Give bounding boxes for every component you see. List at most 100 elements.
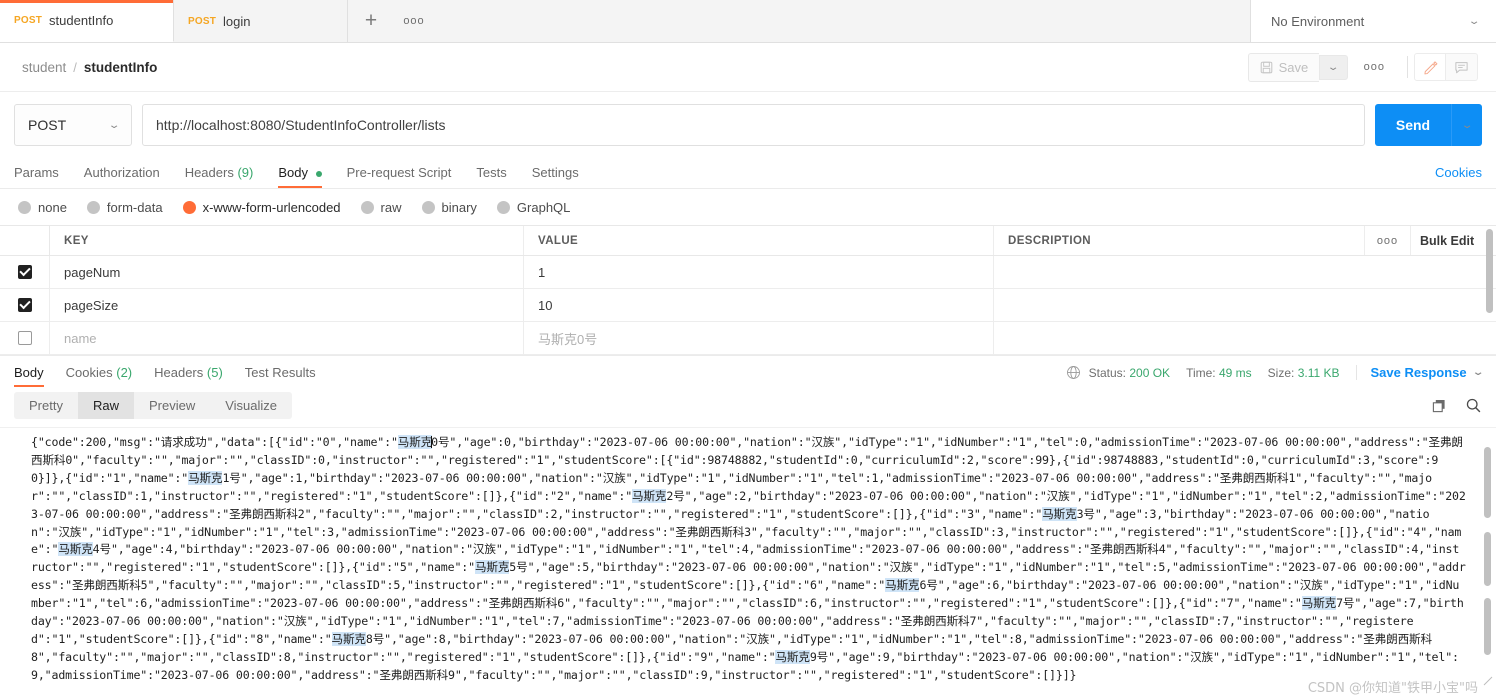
body-type-raw[interactable]: raw xyxy=(360,200,402,215)
environment-label: No Environment xyxy=(1271,13,1365,29)
scrollbar-thumb[interactable] xyxy=(1484,598,1491,655)
header-checkbox-cell xyxy=(0,226,50,255)
row-value-input[interactable]: 10 xyxy=(524,289,994,321)
row-description-input[interactable] xyxy=(994,256,1496,288)
body-type-binary-label: binary xyxy=(441,200,477,215)
row-key-input[interactable]: pageSize xyxy=(50,289,524,321)
body-type-none[interactable]: none xyxy=(18,200,67,215)
radio-icon xyxy=(18,201,31,214)
http-method-select[interactable]: POST ⌄ xyxy=(14,104,132,146)
response-view-segments: Pretty Raw Preview Visualize xyxy=(14,392,293,419)
tab-body-label: Body xyxy=(278,165,308,180)
breadcrumb-parent[interactable]: student xyxy=(22,60,66,75)
view-mode-pretty[interactable]: Pretty xyxy=(14,392,78,419)
view-mode-preview[interactable]: Preview xyxy=(134,392,210,419)
body-type-none-label: none xyxy=(38,200,67,215)
body-modified-dot-icon xyxy=(315,170,322,177)
response-tab-body-label: Body xyxy=(14,365,44,380)
cookies-link[interactable]: Cookies xyxy=(1435,165,1482,188)
table-header-row: KEY VALUE DESCRIPTION ooo Bulk Edit xyxy=(0,226,1496,256)
status-badge: Status: 200 OK xyxy=(1089,366,1170,380)
response-tab-headers-count: (5) xyxy=(206,365,223,380)
pencil-icon xyxy=(1423,60,1437,74)
url-input[interactable]: http://localhost:8080/StudentInfoControl… xyxy=(142,104,1365,146)
tabstrip-more-icon[interactable]: ooo xyxy=(394,0,434,42)
body-type-binary[interactable]: binary xyxy=(421,200,477,215)
scrollbar-thumb[interactable] xyxy=(1484,532,1491,586)
edit-request-button[interactable] xyxy=(1414,53,1446,81)
tab-pre-request-script[interactable]: Pre-request Script xyxy=(347,165,452,188)
body-type-form-data[interactable]: form-data xyxy=(86,200,163,215)
send-options-button[interactable]: ⌄ xyxy=(1451,104,1482,146)
row-value-input[interactable]: 1 xyxy=(524,256,994,288)
bulk-edit-button[interactable]: Bulk Edit xyxy=(1410,226,1496,255)
new-tab-button[interactable]: + xyxy=(348,0,394,42)
url-bar: POST ⌄ http://localhost:8080/StudentInfo… xyxy=(0,92,1496,156)
chevron-down-icon: ⌄ xyxy=(1460,119,1474,131)
comment-request-button[interactable] xyxy=(1446,53,1478,81)
body-type-x-www-form-urlencoded[interactable]: x-www-form-urlencoded xyxy=(182,200,341,215)
save-button[interactable]: Save xyxy=(1247,52,1320,82)
send-button[interactable]: Send xyxy=(1375,104,1451,146)
row-checkbox[interactable] xyxy=(17,298,32,312)
body-type-graphql[interactable]: GraphQL xyxy=(496,200,571,215)
params-table-scrollbar[interactable] xyxy=(1486,229,1493,313)
response-tabs-bar: Body Cookies (2) Headers (5) Test Result… xyxy=(0,355,1496,389)
time-badge: Time: 49 ms xyxy=(1186,366,1252,380)
response-body-scrollbar[interactable] xyxy=(1484,436,1491,683)
request-tab-strip: POST studentInfo POST login + ooo No Env… xyxy=(0,0,1496,43)
tab-tests[interactable]: Tests xyxy=(476,165,506,188)
tab-params[interactable]: Params xyxy=(14,165,59,188)
save-options-button[interactable]: ⌄ xyxy=(1319,54,1348,80)
response-tab-headers-label: Headers xyxy=(154,365,204,380)
row-key-text: pageSize xyxy=(64,297,119,313)
response-tab-test-results[interactable]: Test Results xyxy=(245,358,316,387)
radio-selected-icon xyxy=(182,201,196,214)
tab-headers[interactable]: Headers (9) xyxy=(185,165,254,188)
view-mode-visualize[interactable]: Visualize xyxy=(210,392,292,419)
response-tab-body[interactable]: Body xyxy=(14,358,44,387)
row-key-input[interactable]: name xyxy=(50,322,524,354)
chevron-down-icon: ⌄ xyxy=(1327,61,1340,73)
row-value-input[interactable]: 马斯克0号 xyxy=(524,322,994,354)
copy-icon[interactable] xyxy=(1431,398,1447,414)
environment-selector[interactable]: No Environment ⌄ xyxy=(1250,0,1496,42)
row-description-input[interactable] xyxy=(994,289,1496,321)
search-icon[interactable] xyxy=(1465,397,1482,414)
tab-settings[interactable]: Settings xyxy=(532,165,579,188)
row-key-input[interactable]: pageNum xyxy=(50,256,524,288)
row-checkbox[interactable] xyxy=(17,265,32,279)
tab-settings-label: Settings xyxy=(531,165,579,180)
search-highlight: 马斯克 xyxy=(188,470,223,485)
url-text: http://localhost:8080/StudentInfoControl… xyxy=(156,117,446,133)
row-value-placeholder: 马斯克0号 xyxy=(538,331,598,347)
row-description-input[interactable] xyxy=(994,322,1496,354)
breadcrumb-bar: student / studentInfo Save ⌄ ooo xyxy=(0,43,1496,92)
table-row: pageNum 1 xyxy=(0,256,1496,289)
row-checkbox[interactable] xyxy=(17,331,32,345)
response-body-panel: {"code":200,"msg":"请求成功","data":[{"id":"… xyxy=(0,427,1496,689)
response-tab-cookies[interactable]: Cookies (2) xyxy=(66,358,132,387)
body-type-urlencoded-label: x-www-form-urlencoded xyxy=(202,200,341,215)
scrollbar-thumb[interactable] xyxy=(1484,447,1491,518)
tab-authorization[interactable]: Authorization xyxy=(84,165,160,188)
response-tab-cookies-label: Cookies xyxy=(65,365,113,380)
size-label: Size: xyxy=(1267,365,1295,380)
request-tab-login[interactable]: POST login xyxy=(174,0,348,42)
table-row: pageSize 10 xyxy=(0,289,1496,322)
response-body-text[interactable]: {"code":200,"msg":"请求成功","data":[{"id":"… xyxy=(0,428,1496,689)
chevron-down-icon: ⌄ xyxy=(1471,367,1485,378)
body-type-graphql-label: GraphQL xyxy=(516,200,571,215)
table-options-icon[interactable]: ooo xyxy=(1364,226,1410,255)
save-response-button[interactable]: Save Response ⌄ xyxy=(1355,365,1485,380)
response-tab-headers[interactable]: Headers (5) xyxy=(154,358,223,387)
view-mode-raw[interactable]: Raw xyxy=(77,392,134,419)
header-value: VALUE xyxy=(524,226,994,255)
radio-icon xyxy=(360,201,374,214)
header-description: DESCRIPTION xyxy=(1008,234,1091,247)
tab-body[interactable]: Body xyxy=(278,165,322,188)
send-control-group: Send ⌄ xyxy=(1375,104,1482,146)
toolbar-divider xyxy=(1407,56,1408,78)
request-more-icon[interactable]: ooo xyxy=(1348,61,1401,73)
request-tab-studentinfo[interactable]: POST studentInfo xyxy=(0,0,174,42)
